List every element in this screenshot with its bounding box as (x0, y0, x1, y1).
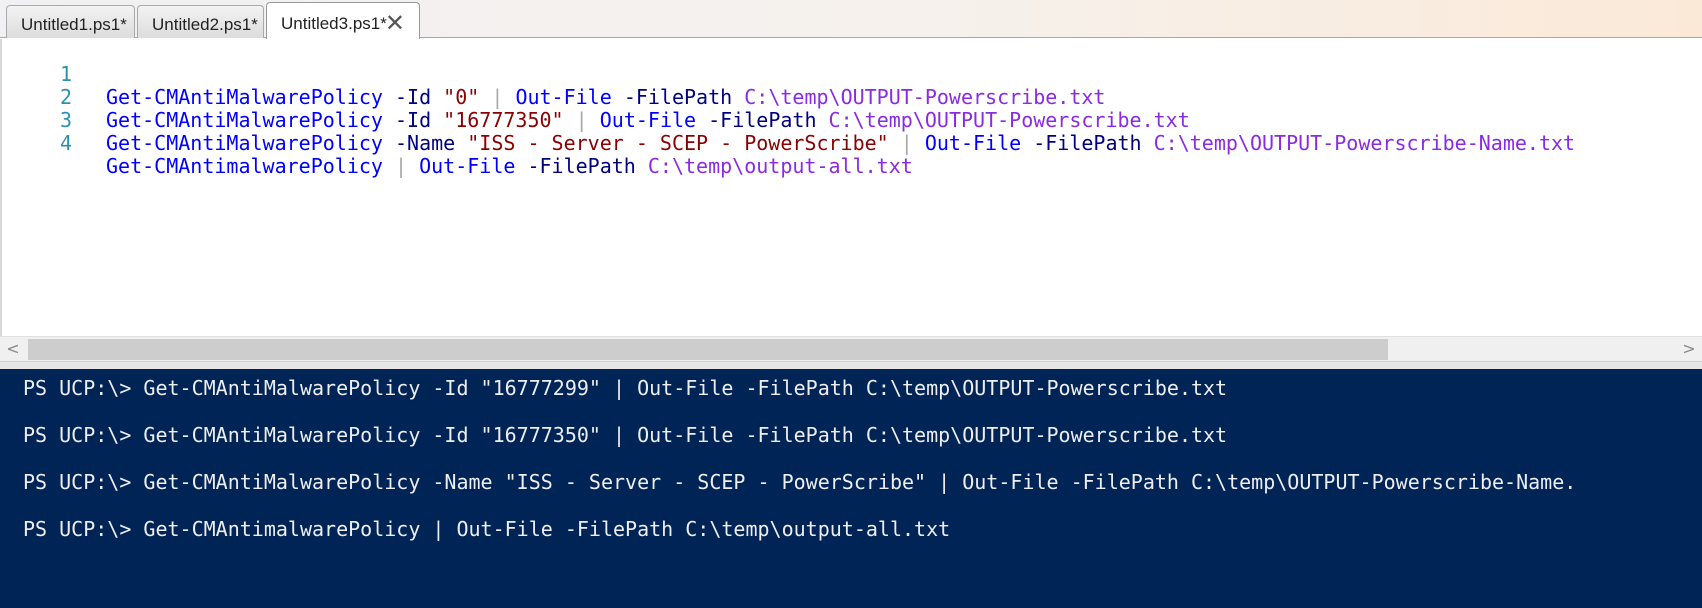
tab-label: Untitled2.ps1* (152, 15, 258, 34)
console-line: PS UCP:\> Get-CMAntiMalwarePolicy -Name … (23, 470, 1577, 494)
path-token: C:\temp\OUTPUT-Powerscribe.txt (744, 85, 1106, 109)
tab-bar: Untitled1.ps1* Untitled2.ps1* Untitled3.… (0, 0, 1702, 39)
pane-splitter[interactable] (0, 361, 1702, 369)
string-token: "0" (443, 85, 480, 109)
editor-line: 3 Get-CMAntiMalwarePolicy -Name "ISS - S… (2, 86, 1575, 155)
parameter-token: -Id (395, 85, 432, 109)
parameter-token: -Id (395, 108, 432, 132)
cmdlet-token: Out-File (419, 154, 516, 178)
line-code: Get-CMAntiMalwarePolicy -Name "ISS - Ser… (106, 132, 1575, 155)
pipe-token: | (900, 131, 913, 155)
cmdlet-token: Out-File (924, 131, 1022, 155)
scrollbar-thumb[interactable] (28, 339, 1388, 360)
path-token: C:\temp\OUTPUT-Powerscribe-Name.txt (1153, 131, 1576, 155)
cmdlet-token: Get-CMAntiMalwarePolicy (106, 108, 383, 132)
string-token: "ISS - Server - SCEP - PowerScribe" (467, 131, 889, 155)
horizontal-scrollbar[interactable]: < > (0, 336, 1702, 361)
cmdlet-token: Get-CMAntiMalwarePolicy (106, 85, 383, 109)
editor-line: 2 Get-CMAntiMalwarePolicy -Id "16777350"… (2, 63, 1190, 132)
editor-line: 4 Get-CMAntimalwarePolicy | Out-File -Fi… (2, 109, 913, 178)
tab-label: Untitled1.ps1* (21, 15, 127, 34)
line-number: 4 (59, 131, 72, 155)
console-line: PS UCP:\> Get-CMAntimalwarePolicy | Out-… (23, 517, 951, 541)
parameter-token: -Name (395, 131, 456, 155)
cmdlet-token: Out-File (599, 108, 697, 132)
line-code: Get-CMAntimalwarePolicy | Out-File -File… (106, 155, 913, 178)
cmdlet-token: Get-CMAntimalwarePolicy (106, 154, 383, 178)
cmdlet-token: Out-File (515, 85, 612, 109)
editor-line: 1 Get-CMAntiMalwarePolicy -Id "0" | Out-… (2, 40, 1106, 109)
tab-untitled2[interactable]: Untitled2.ps1* (137, 5, 264, 38)
script-editor[interactable]: 1 Get-CMAntiMalwarePolicy -Id "0" | Out-… (0, 39, 1702, 336)
pipe-token: | (395, 154, 408, 178)
console-line: PS UCP:\> Get-CMAntiMalwarePolicy -Id "1… (23, 423, 1228, 447)
pipe-token: | (575, 108, 588, 132)
path-token: C:\temp\output-all.txt (647, 154, 913, 178)
line-code: Get-CMAntiMalwarePolicy -Id "0" | Out-Fi… (106, 86, 1105, 109)
tab-untitled1[interactable]: Untitled1.ps1* (6, 5, 135, 38)
pipe-token: | (491, 85, 504, 109)
cmdlet-token: Get-CMAntiMalwarePolicy (106, 131, 383, 155)
line-code: Get-CMAntiMalwarePolicy -Id "16777350" |… (106, 109, 1190, 132)
parameter-token: -FilePath (623, 85, 733, 109)
path-token: C:\temp\OUTPUT-Powerscribe.txt (828, 108, 1190, 132)
close-icon[interactable]: ✕ (385, 9, 405, 37)
tab-label: Untitled3.ps1* (281, 14, 387, 33)
console-pane[interactable]: PS UCP:\> Get-CMAntiMalwarePolicy -Id "1… (0, 369, 1702, 608)
parameter-token: -FilePath (708, 108, 817, 132)
parameter-token: -FilePath (527, 154, 636, 178)
scroll-left-icon[interactable]: < (0, 338, 26, 360)
string-token: "16777350" (443, 108, 564, 132)
tab-untitled3[interactable]: Untitled3.ps1* ✕ (266, 2, 420, 39)
parameter-token: -FilePath (1033, 131, 1142, 155)
console-line: PS UCP:\> Get-CMAntiMalwarePolicy -Id "1… (23, 376, 1228, 400)
scroll-right-icon[interactable]: > (1676, 338, 1702, 360)
